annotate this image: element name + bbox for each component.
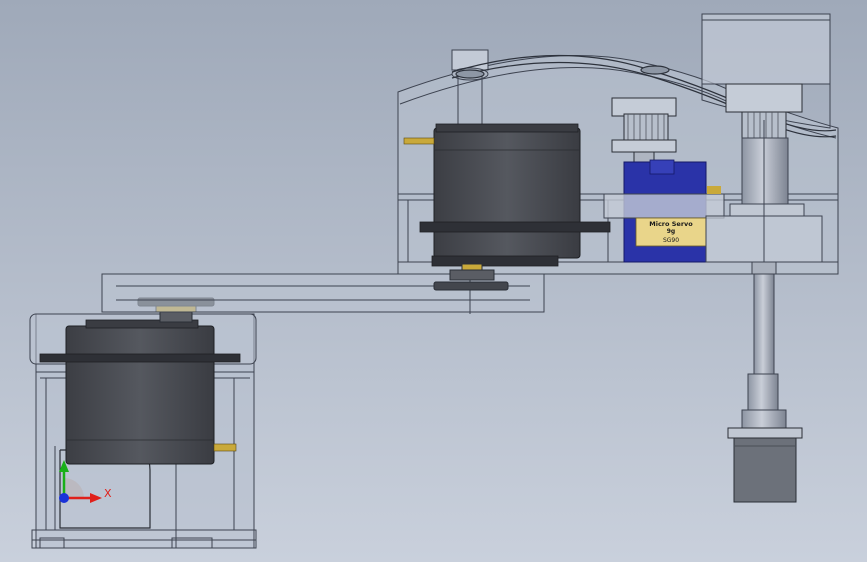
micro-servo-label-line1: Micro Servo <box>649 220 693 228</box>
micro-servo-label-line2: 9g <box>667 228 675 235</box>
x-axis-label: X <box>104 487 112 500</box>
micro-servo-label-line3: SG90 <box>663 237 679 244</box>
base-servo[interactable] <box>39 319 241 465</box>
end-effector-motor[interactable] <box>727 427 803 503</box>
elbow-servo[interactable] <box>403 123 611 267</box>
cad-viewport[interactable]: Micro Servo 9g SG90 X <box>0 0 867 562</box>
z-axis-dot <box>59 493 69 503</box>
